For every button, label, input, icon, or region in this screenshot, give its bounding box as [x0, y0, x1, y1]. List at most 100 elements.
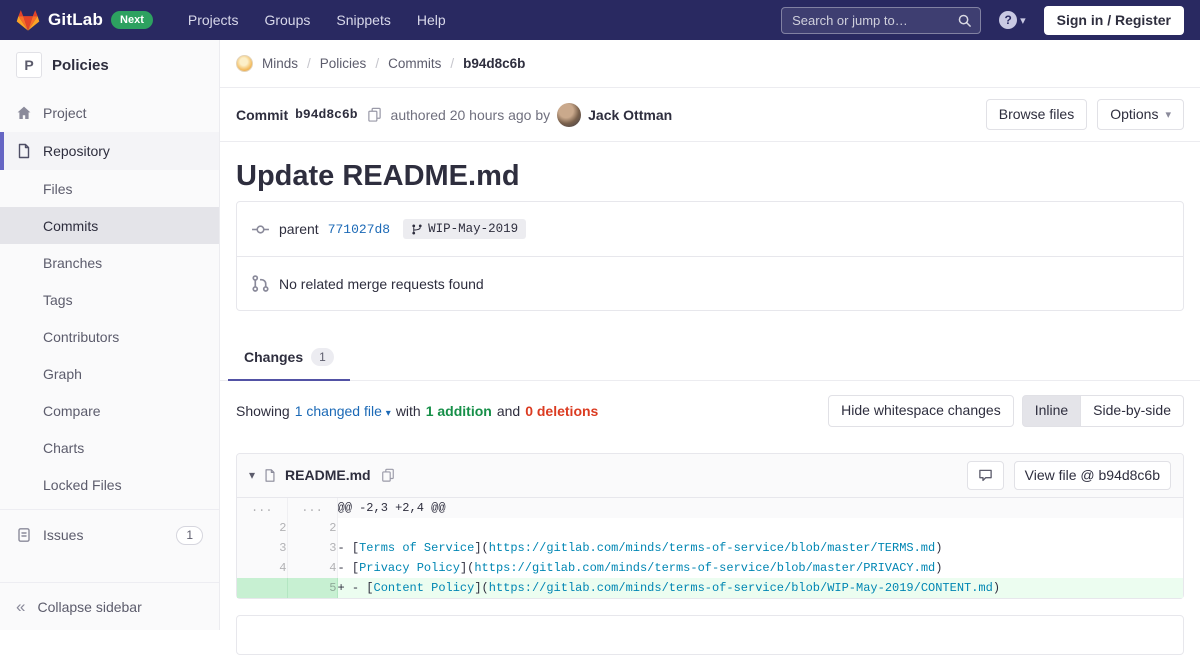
sidebar-item-issues[interactable]: Issues 1	[0, 516, 219, 554]
sidebar-item-contributors[interactable]: Contributors	[0, 318, 219, 355]
code-segment: )	[935, 541, 942, 555]
sidebar-item-tags[interactable]: Tags	[0, 281, 219, 318]
new-line-number[interactable]: 2	[287, 518, 337, 538]
showing-text: Showing	[236, 403, 290, 419]
merge-request-icon	[251, 274, 270, 293]
view-file-button[interactable]: View file @ b94d8c6b	[1014, 461, 1171, 490]
toggle-comments-button[interactable]	[967, 461, 1004, 490]
help-dropdown[interactable]: ? ▾	[999, 11, 1026, 29]
sidebar-item-project[interactable]: Project	[0, 94, 219, 132]
tab-changes[interactable]: Changes 1	[228, 335, 350, 381]
copy-sha-button[interactable]	[365, 105, 384, 124]
diff-line-content: - [Terms of Service](https://gitlab.com/…	[337, 538, 1183, 558]
nav-groups[interactable]: Groups	[251, 4, 323, 36]
sidebar-item-branches[interactable]: Branches	[0, 244, 219, 281]
global-search[interactable]	[781, 7, 981, 34]
diff-line-content	[337, 518, 1183, 538]
sidebar-item-label: Project	[43, 105, 87, 121]
discussion-area[interactable]	[236, 615, 1184, 655]
breadcrumb-commits[interactable]: Commits	[388, 56, 441, 71]
code-segment: Terms of Service	[359, 541, 474, 555]
double-chevron-left-icon: «	[16, 598, 25, 615]
sidebar-item-compare[interactable]: Compare	[0, 392, 219, 429]
parent-sha-link[interactable]: 771027d8	[328, 222, 390, 237]
breadcrumb: Minds / Policies / Commits / b94d8c6b	[220, 40, 1200, 88]
parent-label: parent	[279, 221, 319, 237]
code-segment: https://gitlab.com/minds/terms-of-servic…	[489, 541, 935, 555]
new-line-number[interactable]: 5	[287, 578, 337, 598]
diff-stats-bar: Showing 1 changed file ▾ with 1 addition…	[220, 381, 1200, 440]
copy-file-path-button[interactable]	[379, 466, 397, 484]
collapse-file-caret-icon[interactable]: ▾	[249, 468, 255, 482]
code-segment: Privacy Policy	[359, 561, 460, 575]
breadcrumb-group[interactable]: Minds	[262, 56, 298, 71]
chevron-down-icon: ▾	[1020, 14, 1026, 27]
sidebar: P Policies Project Repository Files Comm…	[0, 40, 220, 630]
sidebar-item-locked-files[interactable]: Locked Files	[0, 466, 219, 503]
browse-files-button[interactable]: Browse files	[986, 99, 1087, 130]
diff-row: 5+ - [Content Policy](https://gitlab.com…	[237, 578, 1183, 598]
breadcrumb-project[interactable]: Policies	[320, 56, 367, 71]
code-segment: )	[935, 561, 942, 575]
old-line-number[interactable]: 4	[237, 558, 287, 578]
new-line-number[interactable]: 3	[287, 538, 337, 558]
inline-view-button[interactable]: Inline	[1022, 395, 1081, 426]
commit-tabs: Changes 1	[220, 335, 1200, 381]
options-dropdown-button[interactable]: Options ▾	[1097, 99, 1184, 130]
diff-line-content: + - [Content Policy](https://gitlab.com/…	[337, 578, 1183, 598]
nav-help[interactable]: Help	[404, 4, 459, 36]
breadcrumb-current-sha: b94d8c6b	[463, 56, 525, 71]
commit-sha: b94d8c6b	[295, 107, 357, 122]
code-segment: + - [	[338, 581, 374, 595]
group-avatar	[236, 55, 253, 72]
sidebar-item-repository[interactable]: Repository	[0, 132, 219, 170]
branch-ref-label[interactable]: WIP-May-2019	[403, 219, 526, 239]
sidebar-item-files[interactable]: Files	[0, 170, 219, 207]
nav-projects[interactable]: Projects	[175, 4, 252, 36]
sidebar-item-graph[interactable]: Graph	[0, 355, 219, 392]
code-segment: @@ -2,3 +2,4 @@	[338, 501, 446, 515]
author-avatar[interactable]	[557, 103, 581, 127]
side-by-side-view-button[interactable]: Side-by-side	[1081, 395, 1184, 426]
gitlab-home-link[interactable]: GitLab Next	[16, 9, 153, 32]
author-name[interactable]: Jack Ottman	[588, 107, 672, 123]
deletions-count: 0 deletions	[525, 403, 598, 419]
breadcrumb-separator: /	[307, 56, 311, 71]
search-input[interactable]	[790, 12, 951, 29]
file-diff-header: ▾ README.md View file @ b94d8c6b	[237, 454, 1183, 498]
breadcrumb-separator: /	[375, 56, 379, 71]
primary-nav: Projects Groups Snippets Help	[175, 4, 459, 36]
old-line-number[interactable]: 3	[237, 538, 287, 558]
top-navbar: GitLab Next Projects Groups Snippets Hel…	[0, 0, 1200, 40]
commit-header-actions: Browse files Options ▾	[986, 99, 1184, 130]
authored-text: authored 20 hours ago by	[391, 107, 551, 123]
tab-changes-label: Changes	[244, 349, 303, 365]
and-text: and	[497, 403, 520, 419]
new-line-number[interactable]: 4	[287, 558, 337, 578]
commit-header: Commit b94d8c6b authored 20 hours ago by…	[220, 88, 1200, 142]
commit-title: Update README.md	[236, 160, 1184, 193]
sign-in-button[interactable]: Sign in / Register	[1044, 6, 1184, 35]
commit-label: Commit	[236, 107, 288, 123]
collapse-sidebar-button[interactable]: « Collapse sidebar	[0, 582, 219, 630]
nav-snippets[interactable]: Snippets	[323, 4, 403, 36]
old-line-number[interactable]	[237, 578, 287, 598]
code-segment: ](	[474, 581, 488, 595]
sidebar-item-charts[interactable]: Charts	[0, 429, 219, 466]
code-segment: ](	[474, 541, 488, 555]
branch-icon	[411, 223, 423, 236]
hide-whitespace-button[interactable]: Hide whitespace changes	[828, 395, 1014, 426]
project-context-header[interactable]: P Policies	[0, 40, 219, 88]
diff-line-content: - [Privacy Policy](https://gitlab.com/mi…	[337, 558, 1183, 578]
code-segment: ](	[460, 561, 474, 575]
changed-files-label: 1 changed file	[295, 403, 382, 419]
file-name[interactable]: README.md	[285, 467, 371, 483]
old-line-number[interactable]: 2	[237, 518, 287, 538]
changed-files-dropdown[interactable]: 1 changed file ▾	[295, 403, 391, 419]
copy-icon	[381, 468, 395, 482]
code-segment: )	[993, 581, 1000, 595]
diff-line-content: @@ -2,3 +2,4 @@	[337, 498, 1183, 518]
file-diff-actions: View file @ b94d8c6b	[967, 461, 1171, 490]
sidebar-item-commits[interactable]: Commits	[0, 207, 219, 244]
old-line-number: ...	[237, 498, 287, 518]
